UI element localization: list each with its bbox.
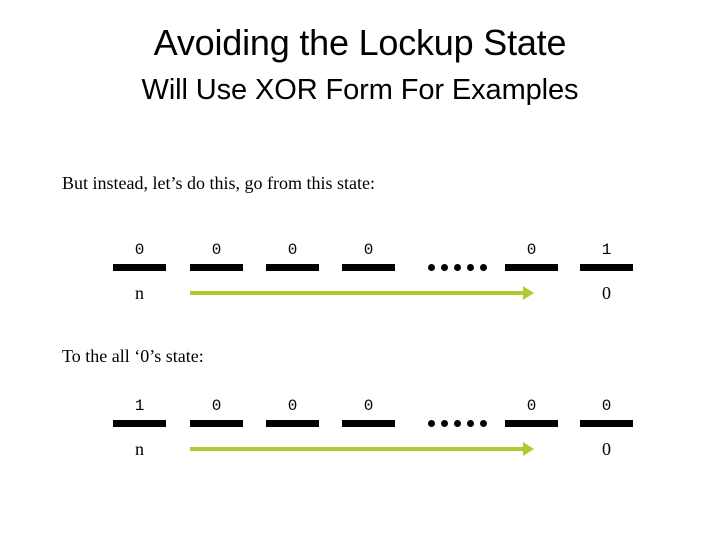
bit-index-left-label: n [135, 283, 144, 303]
bit-bar [505, 420, 558, 427]
bit-bar [342, 264, 395, 271]
bit-value: 0 [526, 241, 537, 259]
section1-caption: But instead, let’s do this, go from this… [62, 173, 375, 193]
bit-bar [266, 420, 319, 427]
ellipsis-icon [428, 420, 487, 427]
page-subtitle: Will Use XOR Form For Examples [141, 74, 579, 106]
bit-bar [580, 264, 633, 271]
bit-index-right-label: 0 [602, 283, 611, 303]
bit-value: 0 [287, 397, 298, 415]
bit-bar [342, 420, 395, 427]
section1-bit-diagram: 0 0 0 0 0 1 n 0 [0, 240, 720, 320]
bit-bar [266, 264, 319, 271]
bit-value: 0 [134, 241, 145, 259]
direction-arrow-icon [190, 286, 534, 300]
section2-caption: To the all ‘0’s state: [62, 346, 204, 366]
bit-value: 0 [363, 241, 374, 259]
section2-bit-diagram: 1 0 0 0 0 0 n 0 [0, 396, 720, 476]
bit-bar [505, 264, 558, 271]
bit-value: 0 [211, 397, 222, 415]
bit-bar [190, 264, 243, 271]
bit-bar [113, 420, 166, 427]
page-title: Avoiding the Lockup State [153, 22, 567, 63]
ellipsis-icon [428, 264, 487, 271]
slide-canvas: Avoiding the Lockup State Will Use XOR F… [0, 0, 720, 540]
bit-value: 1 [601, 241, 612, 259]
bit-bar [113, 264, 166, 271]
bit-value: 0 [526, 397, 537, 415]
bit-bar [580, 420, 633, 427]
bit-value: 1 [134, 397, 145, 415]
bit-value: 0 [211, 241, 222, 259]
bit-value: 0 [363, 397, 374, 415]
bit-value: 0 [601, 397, 612, 415]
bit-value: 0 [287, 241, 298, 259]
bit-bar [190, 420, 243, 427]
direction-arrow-icon [190, 442, 534, 456]
bit-index-left-label: n [135, 439, 144, 459]
bit-index-right-label: 0 [602, 439, 611, 459]
